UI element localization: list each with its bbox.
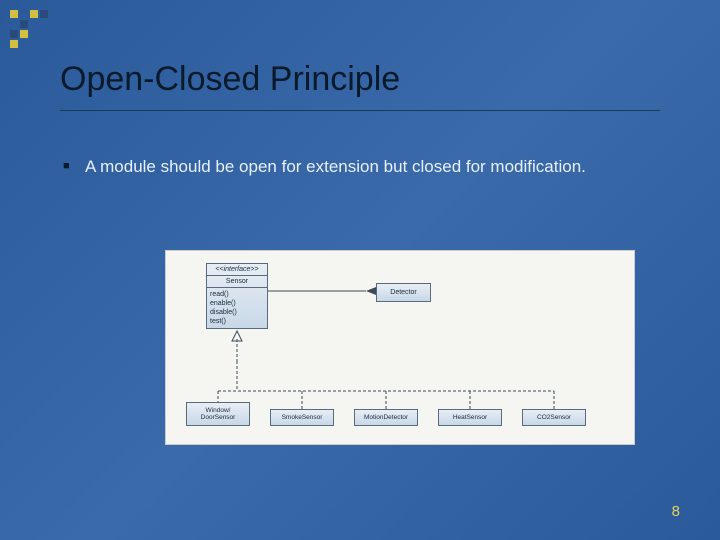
title-rule: [60, 110, 660, 111]
interface-ops: read() enable() disable() test(): [207, 288, 267, 328]
uml-subclass-4: HeatSensor: [438, 409, 502, 426]
uml-subclass-5: CO2Sensor: [522, 409, 586, 426]
uml-interface-box: <<interface>> Sensor read() enable() dis…: [206, 263, 268, 329]
bullet-text: A module should be open for extension bu…: [85, 155, 645, 179]
uml-subclass-3: MotionDetector: [354, 409, 418, 426]
uml-diagram: <<interface>> Sensor read() enable() dis…: [165, 250, 635, 445]
uml-subclass-2: SmokeSensor: [270, 409, 334, 426]
uml-detector-box: Detector: [376, 283, 431, 302]
interface-name: Sensor: [207, 276, 267, 288]
slide-title: Open-Closed Principle: [60, 60, 400, 99]
corner-decoration: [10, 10, 48, 48]
page-number: 8: [672, 503, 680, 520]
uml-subclass-1: Window/ DoorSensor: [186, 402, 250, 426]
interface-stereotype: <<interface>>: [207, 264, 267, 276]
